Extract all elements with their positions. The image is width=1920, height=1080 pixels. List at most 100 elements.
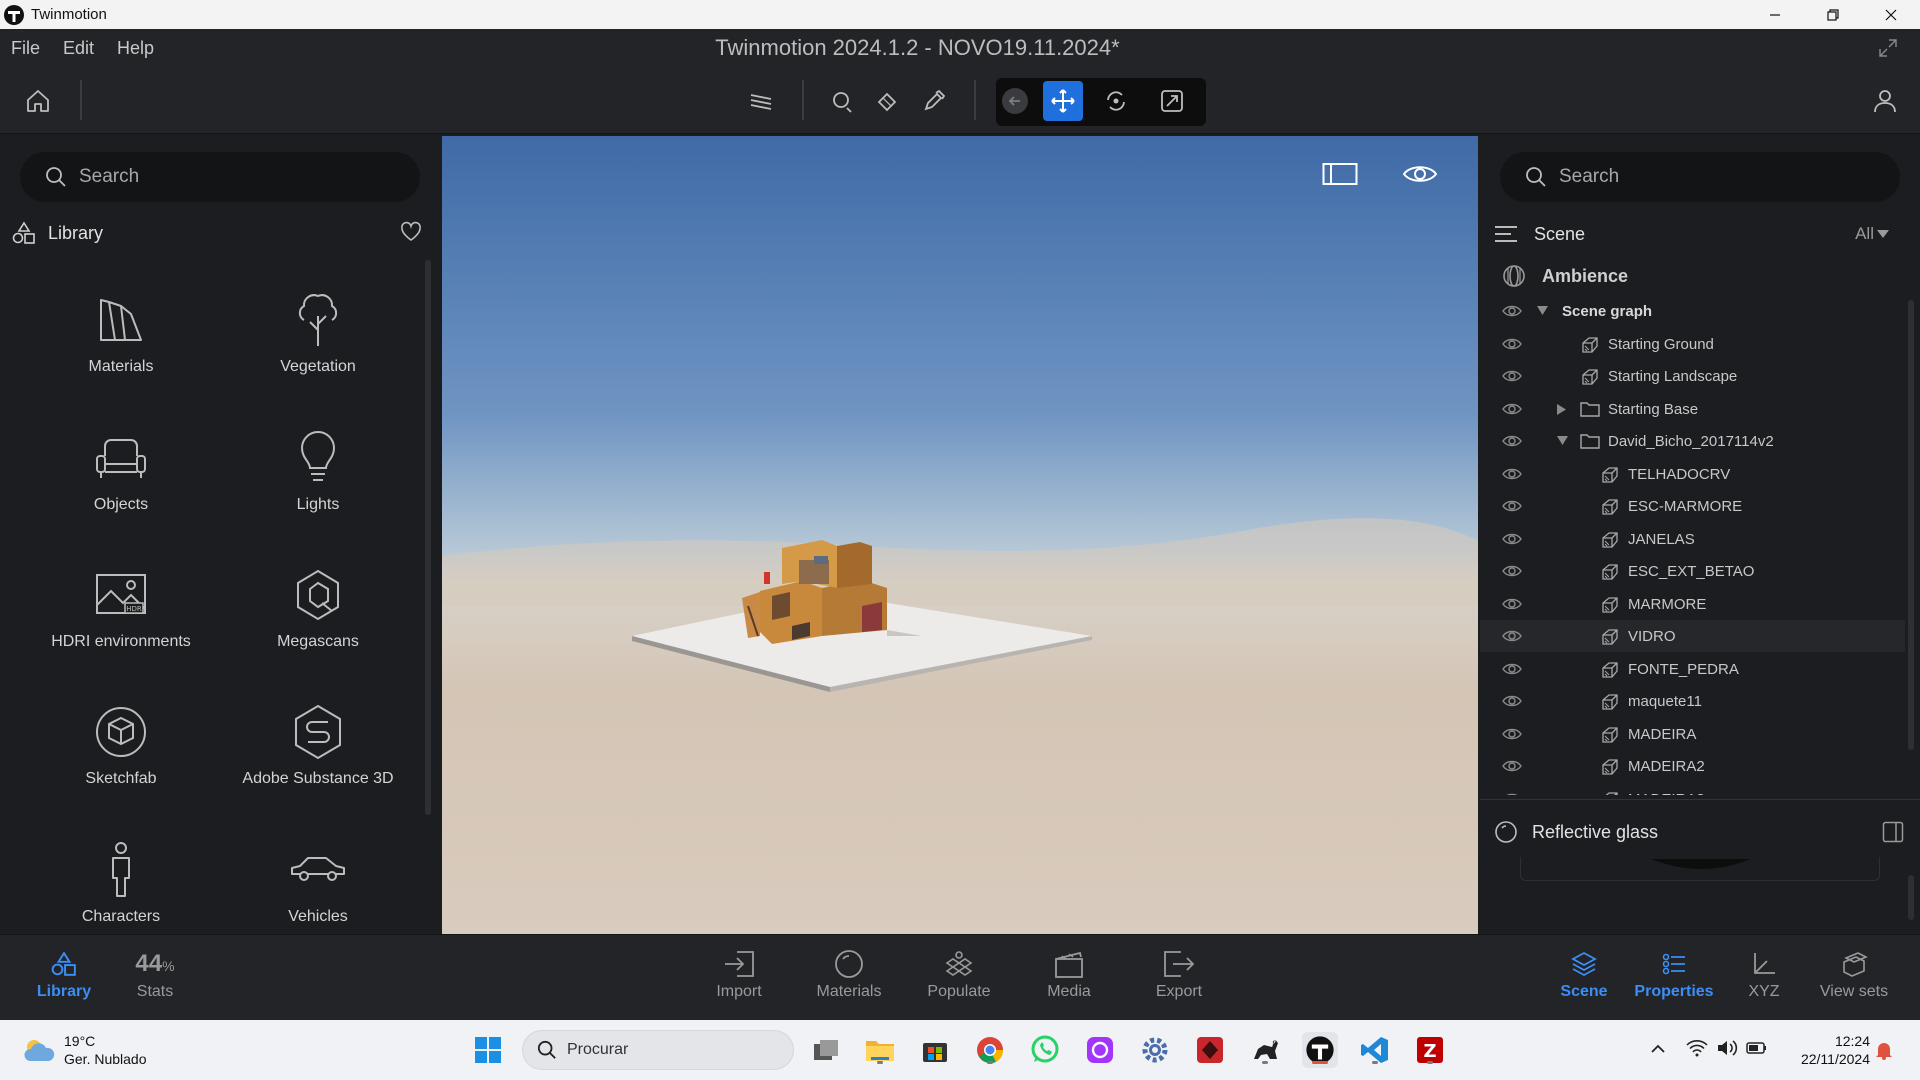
visibility-eye-icon[interactable] — [1502, 532, 1522, 546]
viewport-layout-icon[interactable] — [1322, 162, 1358, 186]
scene-tree-row[interactable]: VIDRO — [1480, 620, 1905, 652]
favorites-heart-icon[interactable] — [400, 221, 422, 243]
scene-tree-row[interactable]: JANELAS — [1480, 523, 1905, 555]
library-scrollbar[interactable] — [425, 260, 431, 815]
populate-button[interactable]: Populate — [914, 949, 1004, 1001]
select-tool-button[interactable] — [822, 81, 862, 121]
weather-widget[interactable]: 19°C Ger. Nublado — [22, 1032, 147, 1068]
stats-tab[interactable]: 44% Stats — [110, 949, 200, 1001]
scene-tree-scrollbar[interactable] — [1908, 300, 1914, 750]
scene-tree-row[interactable]: MADEIRA — [1480, 718, 1905, 750]
scene-tree-row[interactable]: Starting Landscape — [1480, 360, 1905, 392]
task-view-button[interactable] — [808, 1032, 844, 1068]
visibility-eye-icon[interactable] — [1502, 369, 1522, 383]
app-red-button[interactable] — [1192, 1032, 1228, 1068]
library-item-materials[interactable]: Materials — [21, 290, 221, 400]
scene-tree-row[interactable]: MADEIRA2 — [1480, 750, 1905, 782]
battery-icon[interactable] — [1746, 1039, 1768, 1057]
media-button[interactable]: Media — [1024, 949, 1114, 1001]
scene-tree-row[interactable]: maquete11 — [1480, 685, 1905, 717]
wifi-icon[interactable] — [1686, 1039, 1708, 1057]
visibility-eye-icon[interactable] — [1502, 629, 1522, 643]
close-button[interactable] — [1862, 0, 1920, 29]
library-tab[interactable]: Library — [19, 949, 109, 1001]
home-button[interactable] — [18, 81, 58, 121]
vscode-button[interactable] — [1357, 1032, 1393, 1068]
back-button[interactable] — [995, 81, 1035, 121]
visibility-eye-icon[interactable] — [1502, 662, 1522, 676]
properties-scrollbar[interactable] — [1908, 875, 1914, 920]
visibility-eye-icon[interactable] — [1502, 759, 1522, 773]
paint-tool-button[interactable] — [868, 81, 908, 121]
export-button[interactable]: Export — [1134, 949, 1224, 1001]
fullscreen-icon[interactable] — [1878, 38, 1898, 58]
library-item-megascans[interactable]: Megascans — [218, 565, 418, 675]
messenger-button[interactable] — [1082, 1032, 1118, 1068]
materials-button[interactable]: Materials — [804, 949, 894, 1001]
scene-tree-row[interactable]: Starting Ground — [1480, 328, 1905, 360]
import-button[interactable]: Import — [694, 949, 784, 1001]
move-tool-button[interactable] — [1043, 81, 1083, 121]
library-item-substance[interactable]: Adobe Substance 3D — [218, 702, 418, 812]
rhino-button[interactable]: 8 — [1247, 1032, 1283, 1068]
visibility-eye-icon[interactable] — [1502, 304, 1522, 318]
visibility-eye-icon[interactable] — [1502, 597, 1522, 611]
filezilla-button[interactable]: Z — [1412, 1032, 1448, 1068]
library-item-objects[interactable]: Objects — [21, 428, 221, 538]
library-search-input[interactable]: Search — [20, 152, 420, 202]
layers-button[interactable] — [741, 81, 781, 121]
scene-tab[interactable]: Scene — [1539, 949, 1629, 1001]
scene-filter-dropdown[interactable]: All — [1855, 224, 1874, 244]
visibility-eye-icon[interactable] — [1502, 402, 1522, 416]
visibility-eye-icon[interactable] — [1502, 337, 1522, 351]
3d-viewport[interactable] — [442, 136, 1478, 934]
rotate-tool-button[interactable] — [1096, 81, 1136, 121]
properties-tab[interactable]: Properties — [1629, 949, 1719, 1001]
ambience-row[interactable]: Ambience — [1502, 264, 1628, 288]
expand-arrow-down-icon[interactable] — [1557, 436, 1568, 445]
split-panel-icon[interactable] — [1882, 821, 1904, 843]
volume-icon[interactable] — [1716, 1039, 1738, 1057]
scene-tree-row[interactable]: FONTE_PEDRA — [1480, 653, 1905, 685]
whatsapp-button[interactable] — [1027, 1032, 1063, 1068]
restore-button[interactable] — [1804, 0, 1862, 29]
scene-tree-row[interactable]: TELHADOCRV — [1480, 458, 1905, 490]
file-explorer-button[interactable] — [862, 1032, 898, 1068]
store-button[interactable] — [917, 1032, 953, 1068]
expand-arrow-right-icon[interactable] — [1557, 403, 1566, 415]
xyz-tab[interactable]: XYZ — [1719, 949, 1809, 1001]
taskbar-search-input[interactable]: Procurar — [522, 1030, 794, 1070]
expand-arrow-down-icon[interactable] — [1537, 306, 1548, 315]
twinmotion-taskbar-button[interactable] — [1302, 1032, 1338, 1068]
scene-tree-row[interactable]: Starting Base — [1480, 393, 1905, 425]
viewport-visibility-eye-icon[interactable] — [1402, 162, 1438, 186]
notification-bell-icon[interactable] — [1875, 1040, 1893, 1060]
scene-tree-row[interactable]: David_Bicho_2017114v2 — [1480, 425, 1905, 457]
library-item-sketchfab[interactable]: Sketchfab — [21, 702, 221, 812]
library-item-vegetation[interactable]: Vegetation — [218, 290, 418, 400]
eyedropper-button[interactable] — [914, 81, 954, 121]
scale-tool-button[interactable] — [1152, 81, 1192, 121]
visibility-eye-icon[interactable] — [1502, 499, 1522, 513]
visibility-eye-icon[interactable] — [1502, 434, 1522, 448]
visibility-eye-icon[interactable] — [1502, 467, 1522, 481]
scene-search-input[interactable]: Search — [1500, 152, 1900, 202]
chrome-button[interactable] — [972, 1032, 1008, 1068]
settings-button[interactable] — [1137, 1032, 1173, 1068]
scene-tree-row[interactable]: ESC-MARMORE — [1480, 490, 1905, 522]
visibility-eye-icon[interactable] — [1502, 792, 1522, 795]
visibility-eye-icon[interactable] — [1502, 727, 1522, 741]
scene-tree-row[interactable]: ESC_EXT_BETAO — [1480, 555, 1905, 587]
scene-tree-row[interactable]: MARMORE — [1480, 588, 1905, 620]
scene-tree-row[interactable]: MADEIRA3 — [1480, 783, 1905, 795]
visibility-eye-icon[interactable] — [1502, 694, 1522, 708]
scene-tree-row[interactable]: Scene graph — [1480, 295, 1905, 327]
chevron-up-icon[interactable] — [1650, 1042, 1666, 1054]
library-item-lights[interactable]: Lights — [218, 428, 418, 538]
system-clock[interactable]: 12:24 22/11/2024 — [1801, 1032, 1870, 1068]
start-button[interactable] — [470, 1032, 506, 1068]
visibility-eye-icon[interactable] — [1502, 564, 1522, 578]
minimize-button[interactable] — [1746, 0, 1804, 29]
library-item-hdri[interactable]: HDR HDRI environments — [21, 565, 221, 675]
view-sets-tab[interactable]: View sets — [1809, 949, 1899, 1001]
